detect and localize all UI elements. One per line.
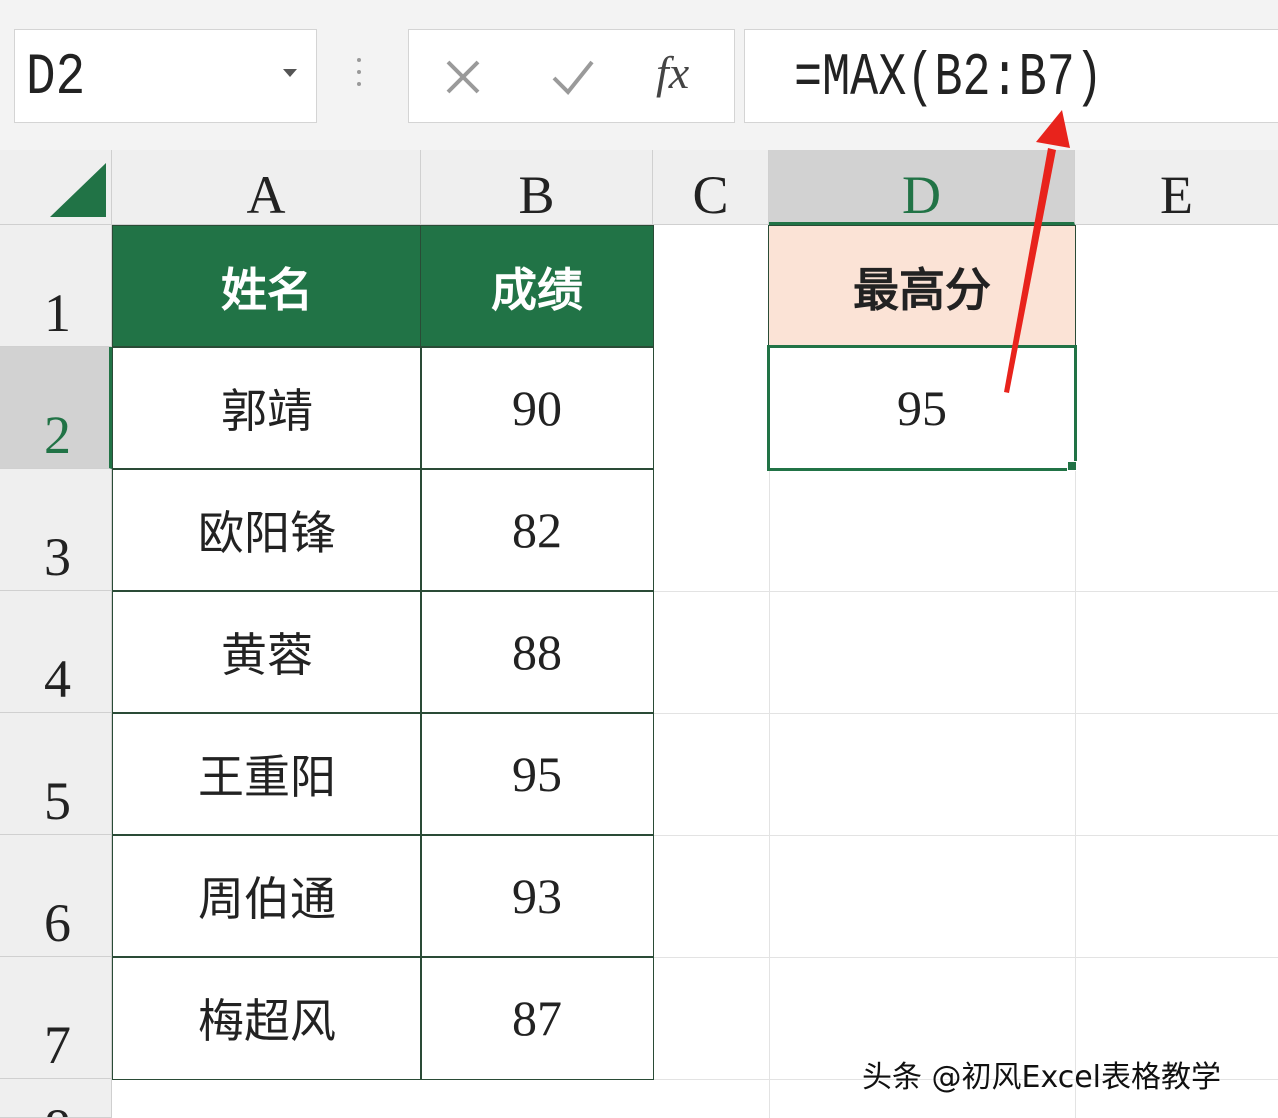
cell-a7[interactable]: 梅超风 [112,956,422,1080]
cell-a4[interactable]: 黄蓉 [112,590,422,714]
cell-b2[interactable]: 90 [420,346,654,470]
row-header-4[interactable]: 4 [0,591,112,713]
cell-b3[interactable]: 82 [420,468,654,592]
select-all-triangle-icon[interactable] [50,163,106,217]
row-header-1[interactable]: 1 [0,225,112,347]
row-header-5[interactable]: 5 [0,713,112,835]
row-header-2[interactable]: 2 [0,347,112,469]
column-header-c[interactable]: C [653,150,769,225]
name-box-dropdown-icon[interactable] [283,69,297,77]
cell-a5[interactable]: 王重阳 [112,712,422,836]
cell-a2[interactable]: 郭靖 [112,346,422,470]
cell-b4[interactable]: 88 [420,590,654,714]
gridline [653,835,1278,836]
column-header-a[interactable]: A [112,150,421,225]
column-header-e[interactable]: E [1075,150,1278,225]
cell-b1[interactable]: 成绩 [420,225,654,348]
cancel-icon[interactable] [438,52,488,102]
enter-checkmark-icon[interactable] [548,52,598,102]
cell-b5[interactable]: 95 [420,712,654,836]
watermark: 头条 @初风Excel表格教学 [862,1060,1222,1095]
more-options-icon[interactable] [357,58,363,92]
cell-b6[interactable]: 93 [420,834,654,958]
cell-a6[interactable]: 周伯通 [112,834,422,958]
row-header-6[interactable]: 6 [0,835,112,957]
annotation-arrow-icon [1004,110,1070,393]
row-header-3[interactable]: 3 [0,469,112,591]
gridline [653,713,1278,714]
fill-handle[interactable] [1067,461,1077,471]
insert-function-icon[interactable]: fx [656,46,689,99]
cell-a1[interactable]: 姓名 [112,225,422,348]
cell-a3[interactable]: 欧阳锋 [112,468,422,592]
row-header-8[interactable]: 8 [0,1079,112,1118]
row-header-7[interactable]: 7 [0,957,112,1079]
gridline [653,957,1278,958]
name-box-value: D2 [26,46,86,111]
cell-b7[interactable]: 87 [420,956,654,1080]
gridline [653,591,1278,592]
column-header-b[interactable]: B [421,150,653,225]
